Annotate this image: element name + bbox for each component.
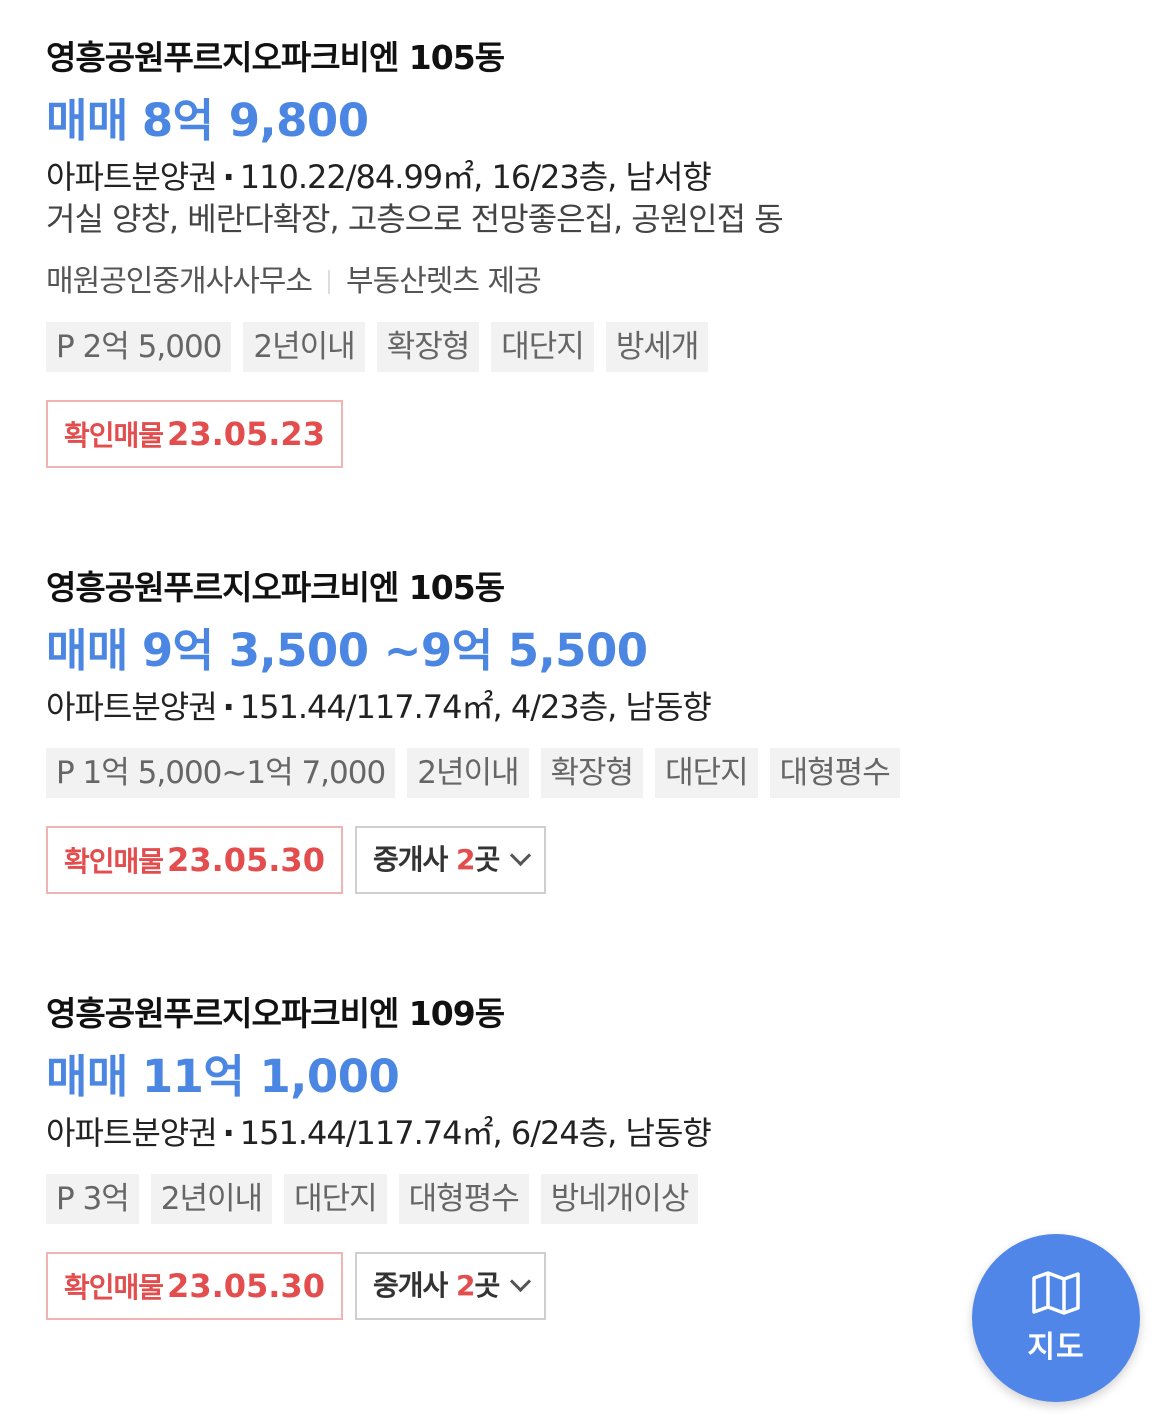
- tag-premium: P 2억 5,000: [46, 322, 232, 372]
- map-button[interactable]: 지도: [972, 1234, 1140, 1402]
- listing-badges: 확인매물 23.05.30 중개사 2곳: [46, 1252, 1126, 1320]
- listing-description: 거실 양창, 베란다확장, 고층으로 전망좋은집, 공원인접 동: [46, 200, 784, 238]
- brokers-count: 2: [455, 843, 476, 876]
- property-type: 아파트분양권: [46, 1114, 218, 1152]
- listing-agent: 매원공인중개사사무소 부동산렛츠 제공: [46, 262, 1126, 302]
- listing-item[interactable]: 영흥공원푸르지오파크비엔 105동 매매 8억 9,800 아파트분양권 · 110.…: [46, 0, 1126, 468]
- listing-list: 영흥공원푸르지오파크비엔 105동 매매 8억 9,800 아파트분양권 · 110.…: [46, 0, 1126, 1320]
- brokers-unit: 곳: [474, 843, 500, 876]
- property-type: 아파트분양권: [46, 158, 218, 196]
- tag: 2년이내: [407, 748, 529, 798]
- verified-badge: 확인매물 23.05.30: [46, 826, 343, 894]
- brokers-label: 중개사: [372, 843, 448, 876]
- property-details: 151.44/117.74㎡, 4/23층, 남동향: [239, 688, 712, 726]
- price-type: 매매: [46, 94, 128, 147]
- spec-separator: ·: [222, 158, 235, 196]
- listing-badges: 확인매물 23.05.23: [46, 400, 1126, 468]
- tag: 확장형: [376, 322, 480, 372]
- tag: 확장형: [540, 748, 644, 798]
- property-type: 아파트분양권: [46, 688, 218, 726]
- listing-price: 매매 11억 1,000: [46, 1048, 1126, 1106]
- tag-premium: P 3억: [46, 1174, 139, 1224]
- price-type: 매매: [46, 1050, 128, 1103]
- verified-date: 23.05.30: [167, 1267, 325, 1305]
- tag: 2년이내: [243, 322, 365, 372]
- agent-separator: [328, 270, 330, 294]
- price-value: 8억 9,800: [141, 94, 369, 147]
- price-value: 9억 3,500 ~9억 5,500: [141, 624, 648, 677]
- listing-tags: P 2억 5,000 2년이내 확장형 대단지 방세개: [46, 322, 1126, 372]
- listing-item[interactable]: 영흥공원푸르지오파크비엔 105동 매매 9억 3,500 ~9억 5,500 아…: [46, 468, 1126, 894]
- property-details: 110.22/84.99㎡, 16/23층, 남서향: [239, 158, 712, 196]
- listing-tags: P 3억 2년이내 대단지 대형평수 방네개이상: [46, 1174, 1126, 1224]
- tag: 대형평수: [398, 1174, 529, 1224]
- tag: 방네개이상: [540, 1174, 699, 1224]
- listing-spec: 아파트분양권 · 151.44/117.74㎡, 4/23층, 남동향: [46, 686, 1126, 728]
- verified-label: 확인매물: [64, 1271, 164, 1304]
- listing-price: 매매 9억 3,500 ~9억 5,500: [46, 622, 1126, 680]
- verified-label: 확인매물: [64, 419, 164, 452]
- spec-separator: ·: [222, 1114, 235, 1152]
- listing-spec: 아파트분양권 · 110.22/84.99㎡, 16/23층, 남서향: [46, 156, 1126, 198]
- chevron-down-icon: [510, 844, 532, 867]
- brokers-label: 중개사: [372, 1269, 448, 1302]
- chevron-down-icon: [510, 1270, 532, 1293]
- tag: 방세개: [605, 322, 709, 372]
- listing-item[interactable]: 영흥공원푸르지오파크비엔 109동 매매 11억 1,000 아파트분양권 · 151…: [46, 894, 1126, 1320]
- data-provider: 부동산렛츠 제공: [346, 264, 542, 299]
- tag: 대단지: [284, 1174, 387, 1224]
- listing-badges: 확인매물 23.05.30 중개사 2곳: [46, 826, 1126, 894]
- listing-title[interactable]: 영흥공원푸르지오파크비엔 105동: [46, 38, 1126, 78]
- tag-premium: P 1억 5,000~1억 7,000: [46, 748, 396, 798]
- verified-badge: 확인매물 23.05.30: [46, 1252, 343, 1320]
- agent-name: 매원공인중개사사무소: [46, 264, 313, 299]
- verified-date: 23.05.23: [167, 415, 325, 453]
- brokers-dropdown-button[interactable]: 중개사 2곳: [354, 826, 547, 894]
- tag: 대단지: [491, 322, 594, 372]
- brokers-unit: 곳: [474, 1269, 500, 1302]
- spec-separator: ·: [222, 688, 235, 726]
- listing-title[interactable]: 영흥공원푸르지오파크비엔 109동: [46, 994, 1126, 1034]
- brokers-dropdown-button[interactable]: 중개사 2곳: [354, 1252, 547, 1320]
- price-value: 11억 1,000: [141, 1050, 400, 1103]
- price-type: 매매: [46, 624, 128, 677]
- listing-spec: 아파트분양권 · 151.44/117.74㎡, 6/24층, 남동향: [46, 1112, 1126, 1154]
- brokers-count: 2: [455, 1269, 476, 1302]
- listing-tags: P 1억 5,000~1억 7,000 2년이내 확장형 대단지 대형평수: [46, 748, 1126, 798]
- verified-date: 23.05.30: [167, 841, 325, 879]
- listing-price: 매매 8억 9,800: [46, 92, 1126, 150]
- tag: 2년이내: [150, 1174, 273, 1224]
- verified-label: 확인매물: [64, 845, 164, 878]
- verified-badge: 확인매물 23.05.23: [46, 400, 343, 468]
- listing-title[interactable]: 영흥공원푸르지오파크비엔 105동: [46, 568, 1126, 608]
- map-button-label: 지도: [1027, 1330, 1085, 1365]
- map-icon: [1031, 1270, 1081, 1316]
- tag: 대형평수: [769, 748, 900, 798]
- property-details: 151.44/117.74㎡, 6/24층, 남동향: [239, 1114, 712, 1152]
- tag: 대단지: [655, 748, 758, 798]
